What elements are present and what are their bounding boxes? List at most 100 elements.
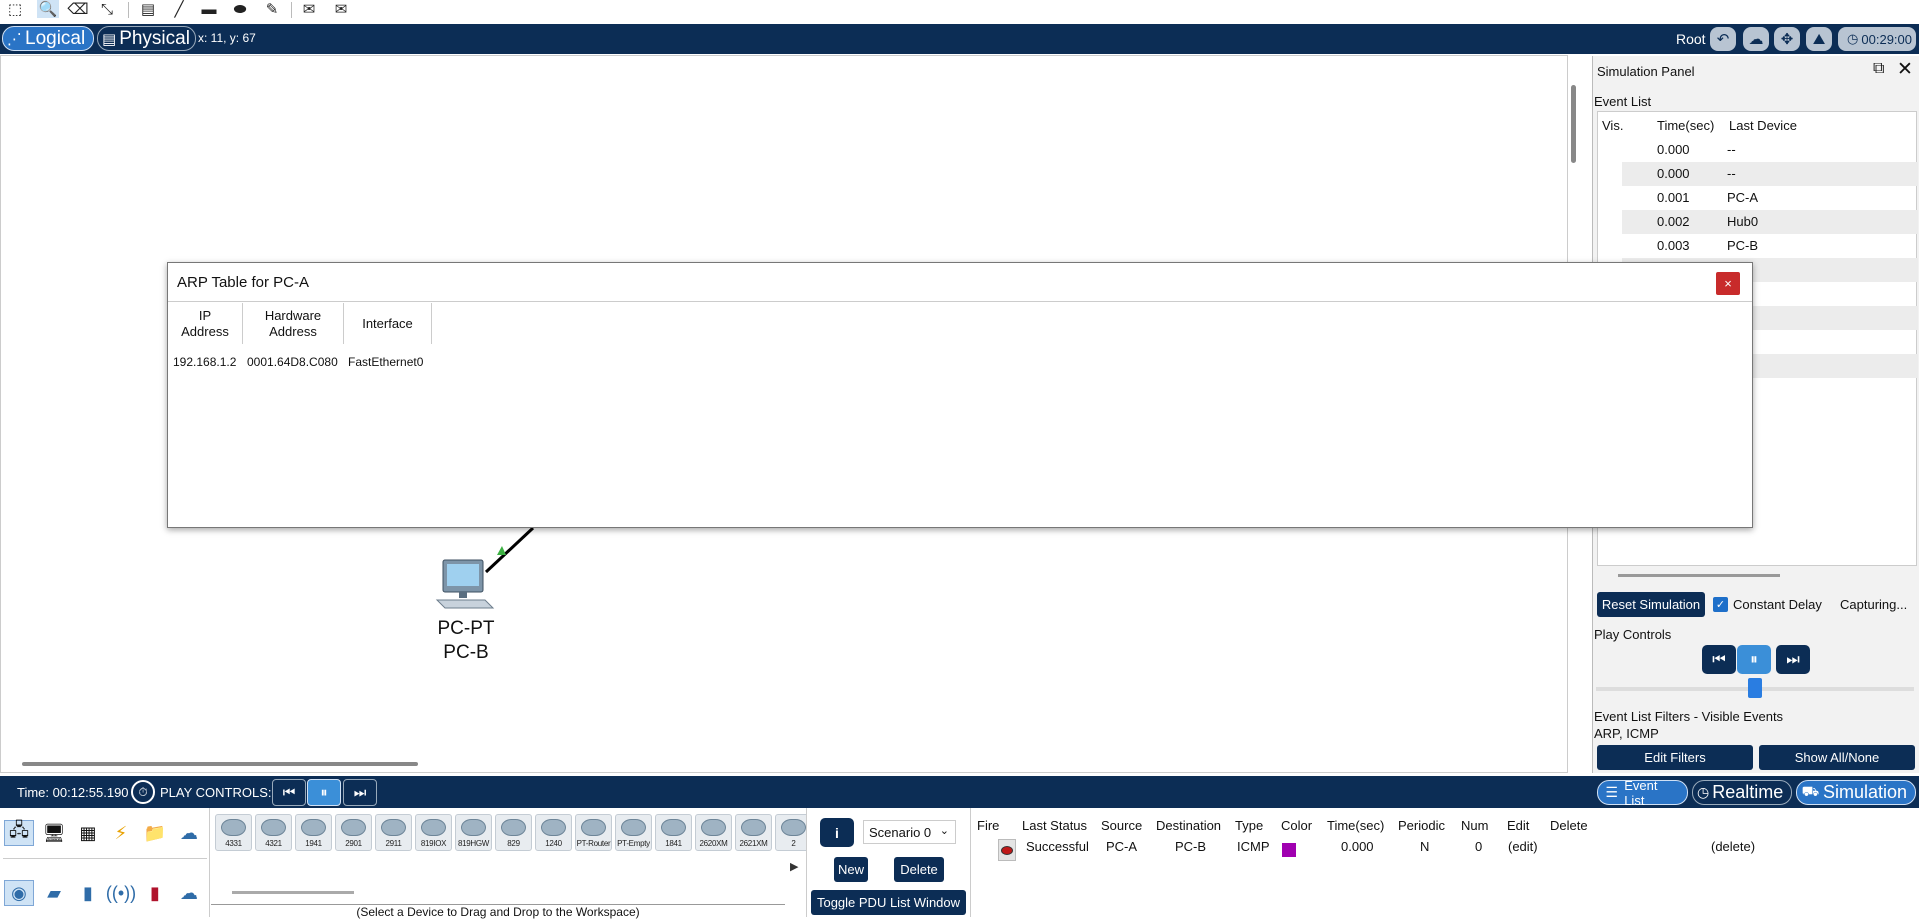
router-model-tile[interactable]: 829 [495,814,532,851]
connections-category-icon[interactable]: ⚡ [106,820,136,846]
event-list-toggle-button[interactable]: ☰ Event List [1597,778,1688,808]
router-model-tile[interactable]: PT-Empty [615,814,652,851]
event-time-cell: 0.003 [1657,238,1690,253]
ellipse-icon[interactable]: ⬬ [229,0,251,18]
complex-pdu-icon[interactable]: ✉ [330,0,352,18]
simple-pdu-icon[interactable]: ✉ [298,0,320,18]
constant-delay-label: Constant Delay [1733,597,1822,612]
router-model-tile[interactable]: 819IOX [415,814,452,851]
event-row[interactable]: 0.000 -- [1622,162,1918,186]
select-icon[interactable]: ⬚ [4,0,26,18]
ip-address-header: IP Address [168,303,243,344]
logical-view-button[interactable]: ⋰ Logical [2,26,94,51]
router-model-tile[interactable]: 2901 [335,814,372,851]
event-row[interactable]: 0.001 PC-A [1622,186,1918,210]
cluster-icon[interactable]: ☁ [1743,27,1769,51]
move-icon[interactable]: ✥ [1774,27,1800,51]
pdu-delete-link[interactable]: (delete) [1711,839,1755,854]
wireless-subcategory-icon[interactable]: ((•)) [106,880,136,906]
workspace-vertical-scrollbar[interactable] [1571,85,1576,163]
arp-mac-cell: 0001.64D8.C080 [247,355,338,369]
step-back-button[interactable]: ⏮ [1702,645,1736,674]
router-model-tile[interactable]: 1841 [655,814,692,851]
bottom-step-forward-button[interactable]: ⏭ [343,779,377,806]
pc-b-device[interactable]: PC-PT PC-B [426,556,506,665]
panel-close-icon[interactable]: ✕ [1897,58,1913,81]
arp-dialog-header[interactable]: ARP Table for PC-A × [168,263,1752,302]
router-model-tile[interactable]: 4331 [215,814,252,851]
resize-icon[interactable]: ⤡ [96,0,118,18]
capturing-status: Capturing... [1840,597,1908,612]
fire-button[interactable] [998,839,1016,861]
logical-icon: ⋰ [7,30,22,48]
routers-subcategory-icon[interactable]: ◉ [4,880,34,906]
event-time-cell: 0.000 [1657,166,1690,181]
physical-view-button[interactable]: ▤ Physical [97,26,196,51]
background-icon[interactable]: ⛰ [1806,27,1832,51]
event-row[interactable]: 0.000 -- [1622,138,1918,162]
simulation-label: Simulation [1822,782,1907,802]
close-icon[interactable]: × [1716,272,1740,295]
link-status-arrow [497,546,506,555]
info-label: i [835,824,839,841]
router-icon [581,819,606,836]
simulation-mode-button[interactable]: ⛟ Simulation [1796,780,1916,805]
wan-emulation-subcategory-icon[interactable]: ☁ [174,880,204,906]
network-devices-category-icon[interactable]: 🖧 [4,820,34,846]
event-device-cell: PC-A [1727,190,1759,205]
collapse-arrow-icon[interactable]: ▶ [790,860,798,873]
list-icon: ☰ [1605,784,1618,800]
event-device-cell: -- [1727,166,1736,181]
new-scenario-button[interactable]: New [834,857,868,882]
inspect-icon[interactable]: 🔍 [37,0,59,18]
workspace-horizontal-scrollbar[interactable] [22,762,418,766]
edit-filters-button[interactable]: Edit Filters [1597,745,1753,770]
router-model-tile[interactable]: 2621XM [735,814,772,851]
reset-simulation-button[interactable]: Reset Simulation [1597,592,1705,617]
delete-scenario-button[interactable]: Delete [894,857,944,882]
components-category-icon[interactable]: ▦ [73,820,103,846]
pdu-edit-link[interactable]: (edit) [1508,839,1538,854]
router-model-tile[interactable]: 1240 [535,814,572,851]
undock-icon[interactable]: ⧉ [1873,60,1884,78]
realtime-mode-button[interactable]: ◷ Realtime [1692,780,1792,805]
bottom-step-back-button[interactable]: ⏮ [272,779,306,806]
miscellaneous-category-icon[interactable]: 📁 [140,820,170,846]
event-row[interactable]: 0.002 Hub0 [1622,210,1918,234]
info-icon[interactable]: i [820,818,854,847]
pdu-header-color: Color [1281,818,1313,833]
switches-subcategory-icon[interactable]: ▰ [39,880,69,906]
event-filters-label: Event List Filters - Visible Events [1594,709,1784,724]
freeform-icon[interactable]: ✎ [261,0,283,18]
show-all-none-button[interactable]: Show All/None [1759,745,1915,770]
router-model-tile[interactable]: 1941 [295,814,332,851]
router-model-tile[interactable]: PT-Router [575,814,612,851]
device-list-scrollbar[interactable] [232,891,354,894]
event-list-scrollbar[interactable] [1618,574,1780,577]
hubs-subcategory-icon[interactable]: ▮ [73,880,103,906]
router-model-tile[interactable]: 819HGW [455,814,492,851]
toolbar-separator [128,2,129,18]
realtime-label: Realtime [1712,782,1784,802]
event-row[interactable]: 0.003 PC-B [1622,234,1918,258]
router-model-tile[interactable]: 4321 [255,814,292,851]
router-model-tile[interactable]: 2911 [375,814,412,851]
note-icon[interactable]: ▤ [137,0,159,18]
line-icon[interactable]: ╱ [168,0,190,18]
constant-delay-checkbox[interactable]: ✓ [1713,597,1728,612]
play-pause-button[interactable]: ⏸ [1737,645,1771,674]
speed-slider-handle[interactable] [1748,678,1762,698]
end-devices-category-icon[interactable]: 🖥 [39,820,69,846]
event-list-label: Event List [1594,94,1652,109]
bottom-play-pause-button[interactable]: ⏸ [307,779,341,806]
back-icon[interactable]: ↶ [1710,27,1736,51]
delete-icon[interactable]: ⌫ [67,0,89,18]
timer-icon[interactable]: ⏱ [131,780,155,804]
router-model-tile[interactable]: 2620XM [695,814,732,851]
toggle-pdu-list-button[interactable]: Toggle PDU List Window [811,890,966,915]
step-forward-button[interactable]: ⏭ [1776,645,1810,674]
scenario-select[interactable]: Scenario 0 ⌄ [863,820,956,844]
security-subcategory-icon[interactable]: ▮ [140,880,170,906]
multiuser-category-icon[interactable]: ☁ [174,820,204,846]
rectangle-icon[interactable]: ▬ [198,0,220,18]
